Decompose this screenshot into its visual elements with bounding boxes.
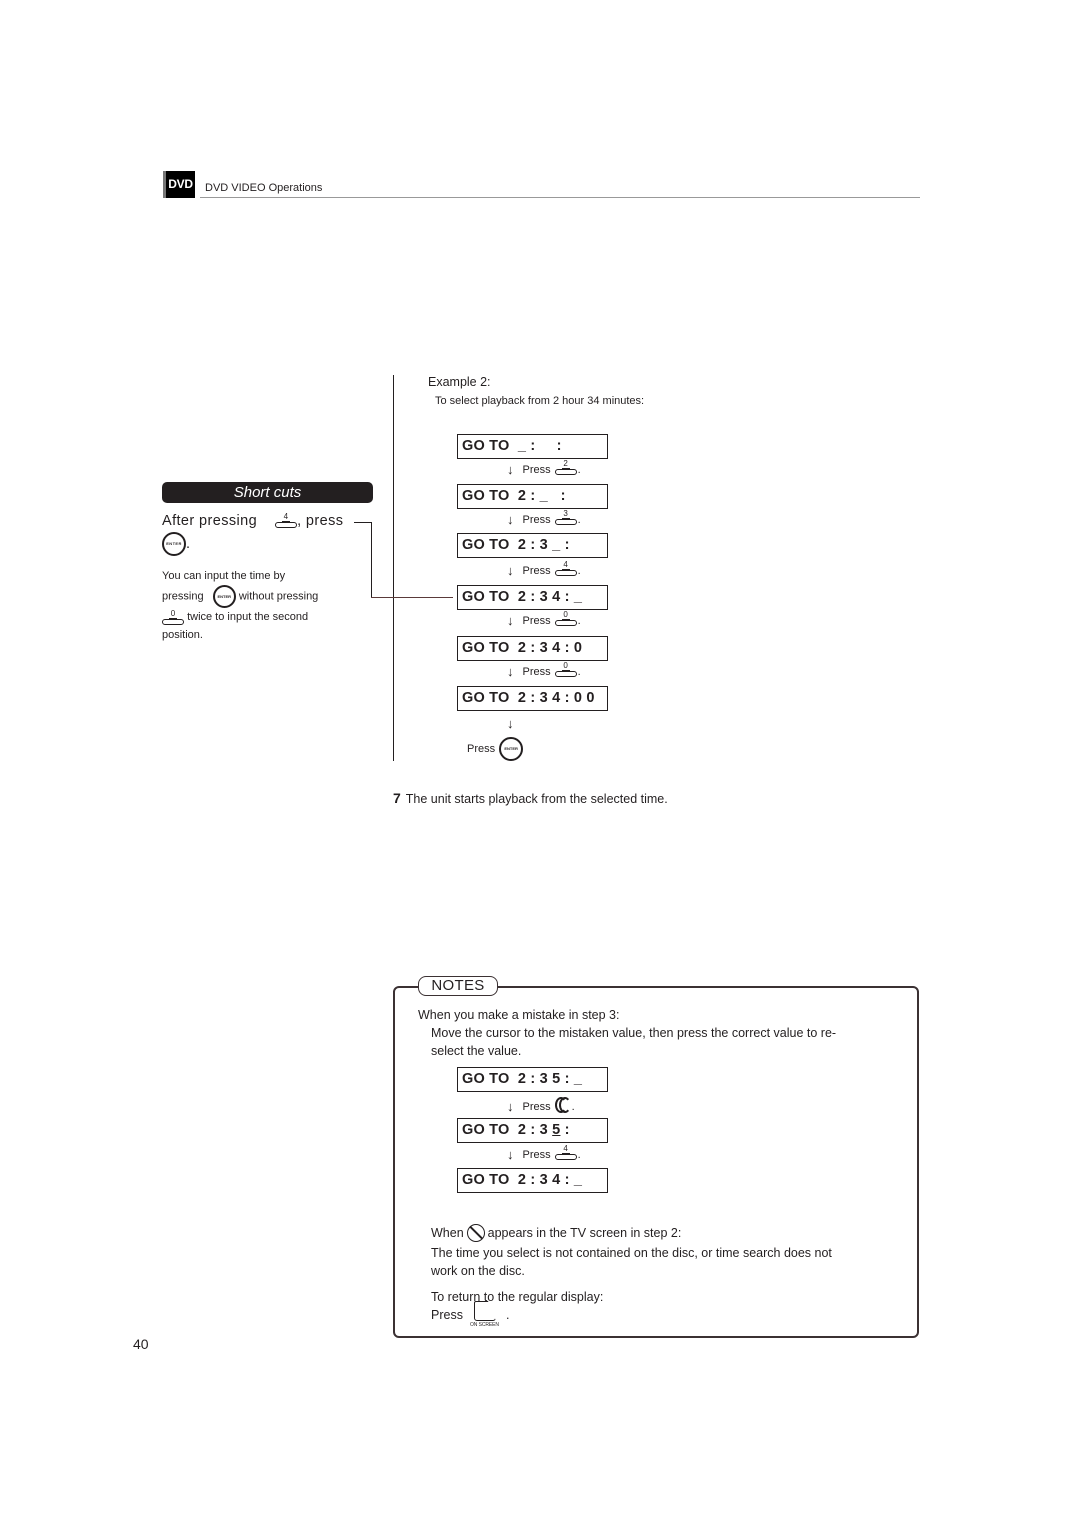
- goto-display: GO TO 2 : 3 4 : 0: [457, 636, 608, 661]
- on-screen-key-label: ON SCREEN: [470, 1322, 499, 1328]
- number-key-icon: 0: [162, 610, 184, 626]
- prohibited-icon: [466, 1224, 485, 1242]
- press-instruction: ↓ Press 4.: [507, 560, 581, 578]
- on-screen-key-icon: [474, 1301, 496, 1321]
- goto-display: GO TO 2 : 3 4 : 0 0: [457, 686, 608, 711]
- noentry-body: work on the disc.: [431, 1264, 525, 1278]
- connector-line: [354, 522, 372, 523]
- down-arrow-icon: ↓: [507, 664, 514, 679]
- press-instruction: ↓ Press 0.: [507, 610, 581, 628]
- notes-tab: NOTES: [418, 976, 498, 996]
- press-instruction: Press ENTER: [467, 737, 524, 761]
- mistake-body: select the value.: [431, 1044, 522, 1058]
- number-key-icon: 4: [554, 561, 577, 577]
- mistake-body: Move the cursor to the mistaken value, t…: [431, 1026, 837, 1040]
- number-key-icon: 0: [554, 662, 577, 678]
- down-arrow-icon: ↓: [507, 512, 514, 527]
- step-7: 7 The unit starts playback from the selec…: [393, 790, 668, 806]
- return-heading: To return to the regular display:: [431, 1290, 604, 1304]
- goto-display: GO TO _ : :: [457, 434, 608, 459]
- shortcut-instruction: After pressing 4, press ENTER.: [162, 513, 343, 556]
- press-instruction: ↓ Press 2.: [507, 459, 581, 477]
- mistake-heading: When you make a mistake in step 3:: [418, 1008, 620, 1022]
- noentry-body: The time you select is not contained on …: [431, 1246, 832, 1260]
- header-rule: [200, 197, 920, 198]
- down-arrow-icon: ↓: [507, 716, 514, 731]
- number-key-icon: 4: [554, 1145, 577, 1161]
- example-subtitle: To select playback from 2 hour 34 minute…: [435, 395, 645, 407]
- enter-key-icon: ENTER: [212, 585, 236, 608]
- rewind-icon: [554, 1097, 571, 1113]
- shortcut-text: After pressing: [162, 513, 258, 529]
- press-instruction: ↓ Press 0.: [507, 661, 581, 679]
- down-arrow-icon: ↓: [507, 1099, 514, 1114]
- return-press: Press: [431, 1308, 463, 1322]
- number-key-icon: 4: [275, 513, 298, 529]
- down-arrow-icon: ↓: [507, 613, 514, 628]
- down-arrow-icon: ↓: [507, 563, 514, 578]
- number-key-icon: 2: [554, 460, 577, 476]
- down-arrow-icon: ↓: [507, 1147, 514, 1162]
- dvd-badge: DVD: [163, 171, 195, 198]
- press-instruction: ↓ Press 4.: [507, 1144, 581, 1162]
- noentry-heading: When appears in the TV screen in step 2:: [431, 1224, 682, 1242]
- connector-line: [371, 597, 453, 598]
- goto-display: GO TO 2 : 3 4 : _: [457, 585, 608, 610]
- down-arrow-icon: ↓: [507, 462, 514, 477]
- goto-display: GO TO 2 : 3 4 : _: [457, 1168, 608, 1193]
- section-title: DVD VIDEO Operations: [205, 182, 323, 194]
- connector-line: [371, 522, 372, 598]
- goto-display: GO TO 2 : 3 _ :: [457, 533, 608, 558]
- shortcut-text: , press: [297, 513, 344, 529]
- shortcut-note: You can input the time by pressing ENTER…: [162, 570, 319, 641]
- number-key-icon: 3: [554, 510, 577, 526]
- goto-display: GO TO 2 : 3 5 :: [457, 1118, 608, 1143]
- number-key-icon: 0: [554, 611, 577, 627]
- page-number: 40: [133, 1336, 149, 1352]
- enter-key-icon: ENTER: [499, 737, 524, 761]
- goto-display: GO TO 2 : 3 5 : _: [457, 1067, 608, 1092]
- press-instruction: ↓ Press.: [507, 1097, 575, 1114]
- vertical-divider: [393, 375, 394, 761]
- example-title: Example 2:: [428, 375, 491, 389]
- shortcuts-title: Short cuts: [162, 482, 373, 503]
- press-instruction: ↓ Press 3.: [507, 509, 581, 527]
- enter-key-icon: ENTER: [162, 532, 186, 556]
- goto-display: GO TO 2 : _ :: [457, 484, 608, 509]
